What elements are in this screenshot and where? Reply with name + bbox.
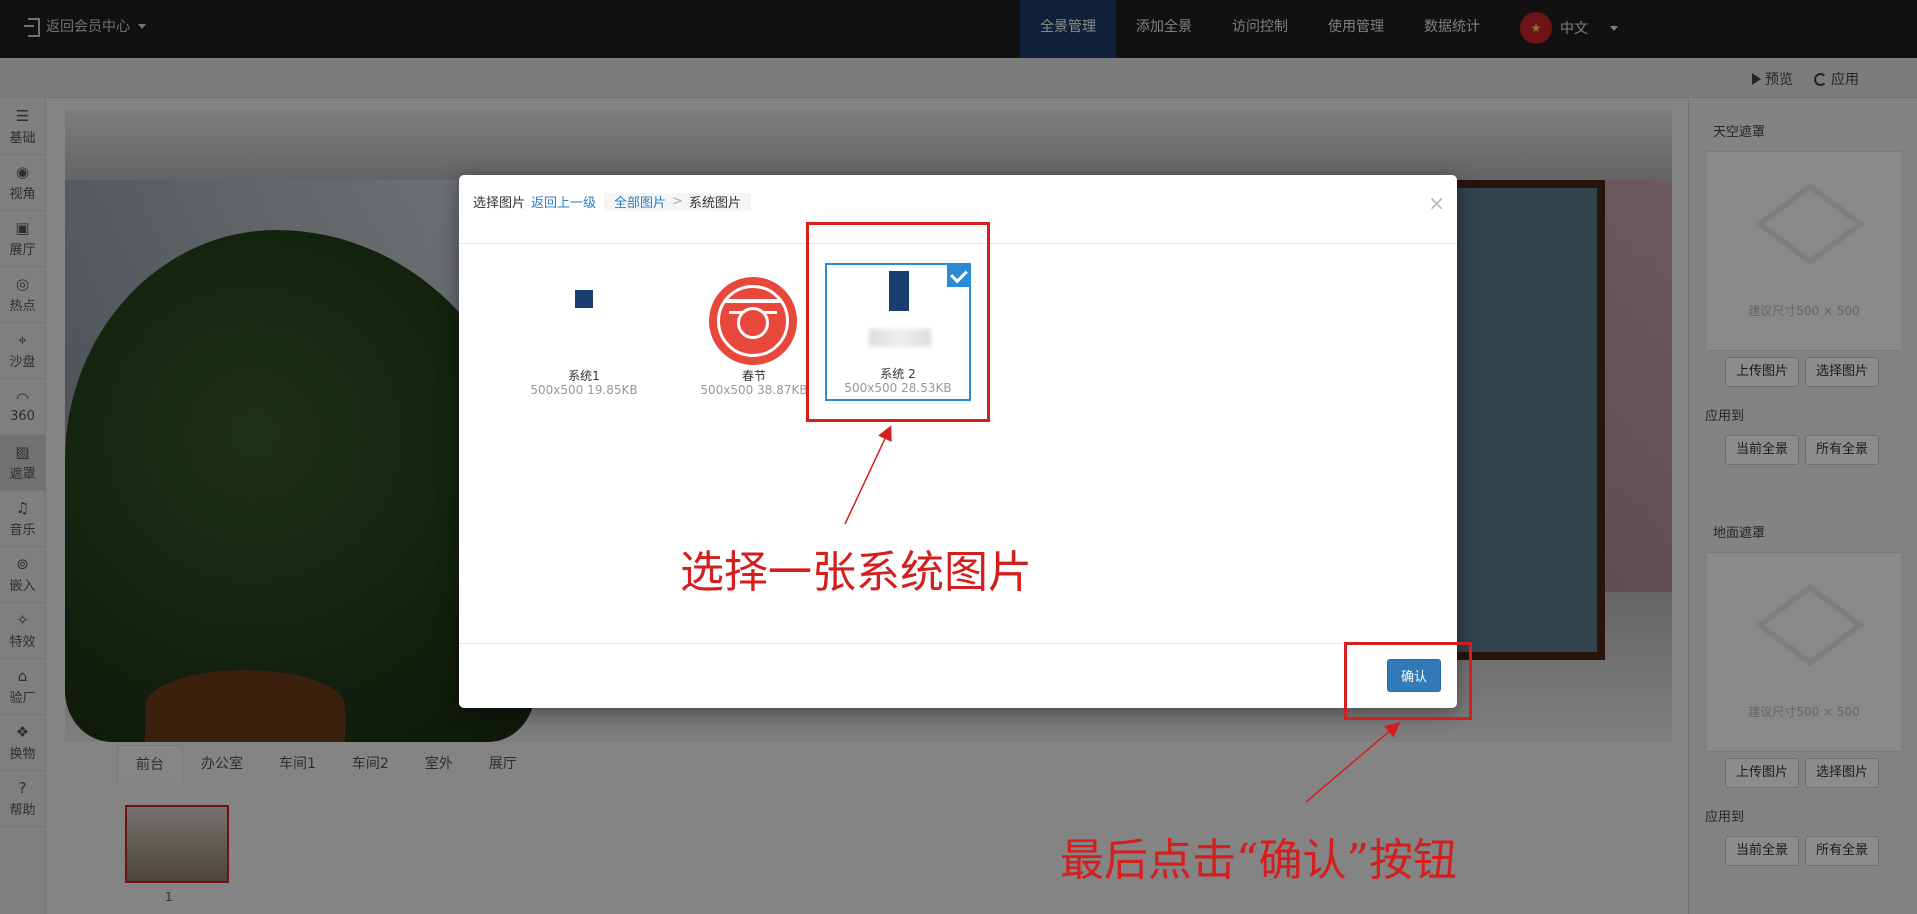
annotation-select-hint: 选择一张系统图片 [680,547,1032,598]
arrow-to-confirm [1305,722,1401,803]
annotation-confirm-hint: 最后点击“确认”按钮 [1060,835,1457,886]
arrow-to-image [844,425,892,525]
annotation-arrows [844,425,1401,803]
